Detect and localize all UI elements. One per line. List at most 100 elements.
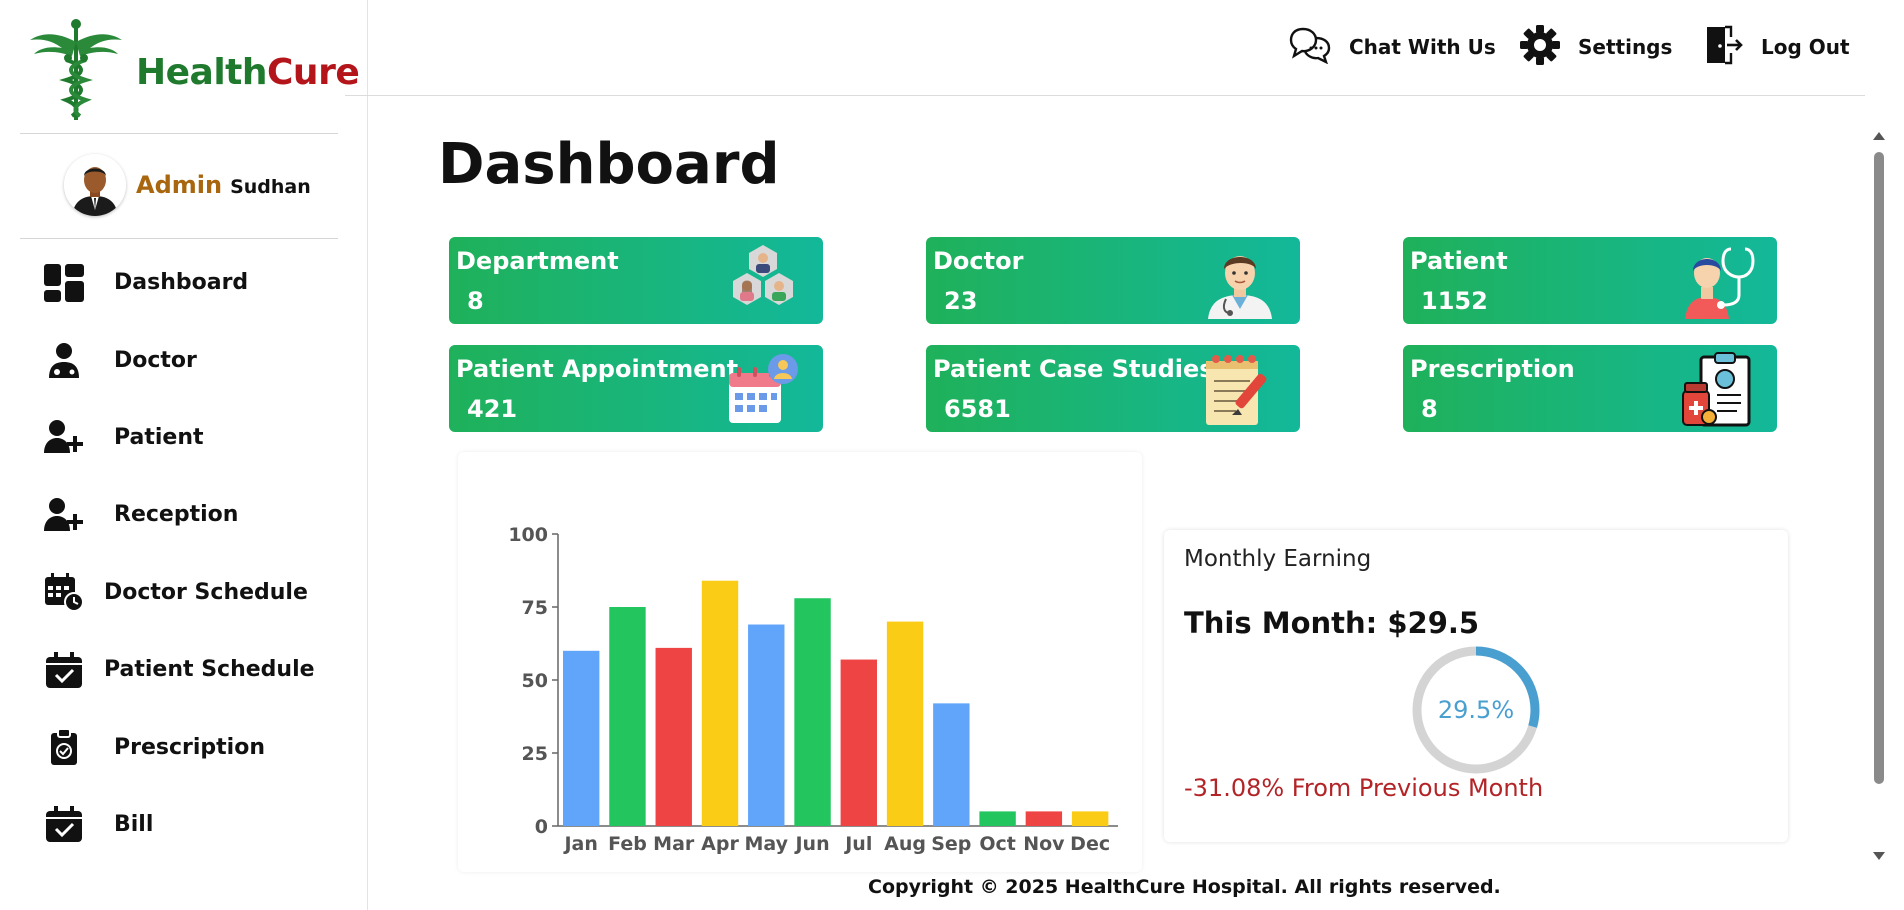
user-role: Admin xyxy=(136,171,223,199)
top-bar: Chat With Us Settings Log Out xyxy=(345,0,1865,96)
sidebar-item-reception[interactable]: Reception xyxy=(0,476,368,553)
brand-name-part1: Health xyxy=(136,51,268,93)
sidebar-item-patient-schedule[interactable]: Patient Schedule xyxy=(0,631,368,708)
avatar xyxy=(64,154,126,216)
chat-label: Chat With Us xyxy=(1349,35,1496,59)
page-title: Dashboard xyxy=(438,132,780,197)
card-value: 8 xyxy=(467,287,484,315)
sidebar-item-dashboard[interactable]: Dashboard xyxy=(0,244,368,321)
chart-bar xyxy=(979,811,1016,826)
chat-icon xyxy=(1289,26,1331,69)
doctor-icon xyxy=(44,340,84,380)
stat-card-case-studies[interactable]: Patient Case Studies 6581 xyxy=(926,345,1300,432)
card-value: 421 xyxy=(467,395,518,423)
x-tick-label: Jul xyxy=(843,833,872,855)
sidebar-item-patient[interactable]: Patient xyxy=(0,399,368,476)
patient-icon xyxy=(1679,243,1755,319)
brand-logo[interactable]: HealthCure xyxy=(28,18,360,127)
clipboard-check-icon xyxy=(44,727,84,767)
earning-percent: 29.5% xyxy=(1438,696,1514,724)
brand-name: HealthCure xyxy=(136,51,360,93)
footer-copyright: Copyright © 2025 HealthCure Hospital. Al… xyxy=(868,876,1501,898)
y-tick-label: 25 xyxy=(522,743,548,765)
earning-title: Monthly Earning xyxy=(1184,546,1372,572)
stat-card-patient[interactable]: Patient 1152 xyxy=(1403,237,1777,324)
sidebar-item-label: Bill xyxy=(114,811,154,837)
chart-bar xyxy=(933,703,970,826)
case-study-notepad-icon xyxy=(1202,351,1278,427)
y-tick-label: 100 xyxy=(508,524,548,546)
x-tick-label: Apr xyxy=(701,833,739,855)
scroll-up-arrow[interactable] xyxy=(1873,132,1885,140)
monthly-chart-panel: 0 25 50 75 100 Jan Feb Mar Apr May Jun Jul Aug Sep Oct… xyxy=(458,452,1142,872)
sidebar-nav: Dashboard Doctor Patient Reception Docto… xyxy=(0,244,368,863)
x-tick-label: Jan xyxy=(562,833,597,855)
add-user-icon xyxy=(44,495,84,535)
x-tick-label: Aug xyxy=(884,833,926,855)
sidebar-item-prescription[interactable]: Prescription xyxy=(0,708,368,785)
stat-card-department[interactable]: Department 8 xyxy=(449,237,823,324)
scroll-thumb[interactable] xyxy=(1874,152,1884,784)
sidebar-item-bill[interactable]: Bill xyxy=(0,786,368,863)
chart-bar xyxy=(794,598,831,826)
x-tick-label: Nov xyxy=(1023,833,1065,855)
chart-bar xyxy=(1025,811,1063,826)
user-profile[interactable]: Admin Sudhan xyxy=(64,154,311,216)
appointment-calendar-icon xyxy=(725,351,801,427)
x-tick-label: Jun xyxy=(793,833,829,855)
gear-icon xyxy=(1520,24,1560,70)
stat-card-appointment[interactable]: Patient Appointment 421 xyxy=(449,345,823,432)
scroll-down-arrow[interactable] xyxy=(1873,852,1885,860)
card-value: 6581 xyxy=(944,395,1011,423)
sidebar-item-label: Dashboard xyxy=(114,270,249,296)
chart-bar xyxy=(1071,811,1109,826)
card-label: Prescription xyxy=(1410,355,1575,383)
sidebar-item-doctor[interactable]: Doctor xyxy=(0,321,368,398)
prescription-clipboard-icon xyxy=(1679,351,1755,427)
y-tick-label: 50 xyxy=(522,670,548,692)
sidebar-item-label: Doctor xyxy=(114,347,197,373)
y-tick-label: 75 xyxy=(522,597,548,619)
sidebar-item-doctor-schedule[interactable]: Doctor Schedule xyxy=(0,554,368,631)
card-label: Patient xyxy=(1410,247,1508,275)
x-tick-label: Feb xyxy=(608,833,647,855)
sidebar-divider xyxy=(20,238,338,239)
chart-bar xyxy=(655,647,692,826)
stat-card-prescription[interactable]: Prescription 8 xyxy=(1403,345,1777,432)
monthly-earning-card: Monthly Earning This Month: $29.5 29.5% … xyxy=(1164,530,1788,842)
dashboard-icon xyxy=(44,263,84,303)
calendar-check-icon xyxy=(44,650,84,690)
x-tick-label: Mar xyxy=(653,833,695,855)
card-value: 23 xyxy=(944,287,978,315)
x-tick-label: Oct xyxy=(979,833,1016,855)
card-label: Patient Appointment xyxy=(456,355,739,383)
doctor-avatar-icon xyxy=(1202,243,1278,319)
calendar-clock-icon xyxy=(44,572,84,613)
chart-bar xyxy=(748,624,785,826)
logout-label: Log Out xyxy=(1761,35,1850,59)
chart-bar xyxy=(609,607,646,826)
bar-chart: 0 25 50 75 100 Jan Feb Mar Apr May Jun Jul Aug Sep Oct… xyxy=(508,524,1118,855)
card-label: Doctor xyxy=(933,247,1024,275)
caduceus-icon xyxy=(28,18,124,127)
x-tick-label: May xyxy=(745,833,789,855)
card-label: Patient Case Studies xyxy=(933,355,1214,383)
stat-card-doctor[interactable]: Doctor 23 xyxy=(926,237,1300,324)
y-tick-label: 0 xyxy=(535,816,548,838)
settings-label: Settings xyxy=(1578,35,1673,59)
chat-button[interactable]: Chat With Us xyxy=(1289,22,1496,72)
sidebar-divider xyxy=(20,133,338,134)
x-tick-label: Sep xyxy=(931,833,971,855)
sidebar: HealthCure Admin Sudhan Dashboard Doctor… xyxy=(0,0,368,910)
card-value: 8 xyxy=(1421,395,1438,423)
chart-bar xyxy=(563,650,600,826)
scrollbar[interactable] xyxy=(1866,124,1890,864)
calendar-check-icon xyxy=(44,804,84,844)
sidebar-item-label: Reception xyxy=(114,502,239,528)
card-label: Department xyxy=(456,247,619,275)
sidebar-item-label: Prescription xyxy=(114,734,266,760)
earning-this-month: This Month: $29.5 xyxy=(1184,606,1480,640)
logout-button[interactable]: Log Out xyxy=(1705,22,1850,72)
department-icon xyxy=(725,243,801,319)
settings-button[interactable]: Settings xyxy=(1520,22,1672,72)
